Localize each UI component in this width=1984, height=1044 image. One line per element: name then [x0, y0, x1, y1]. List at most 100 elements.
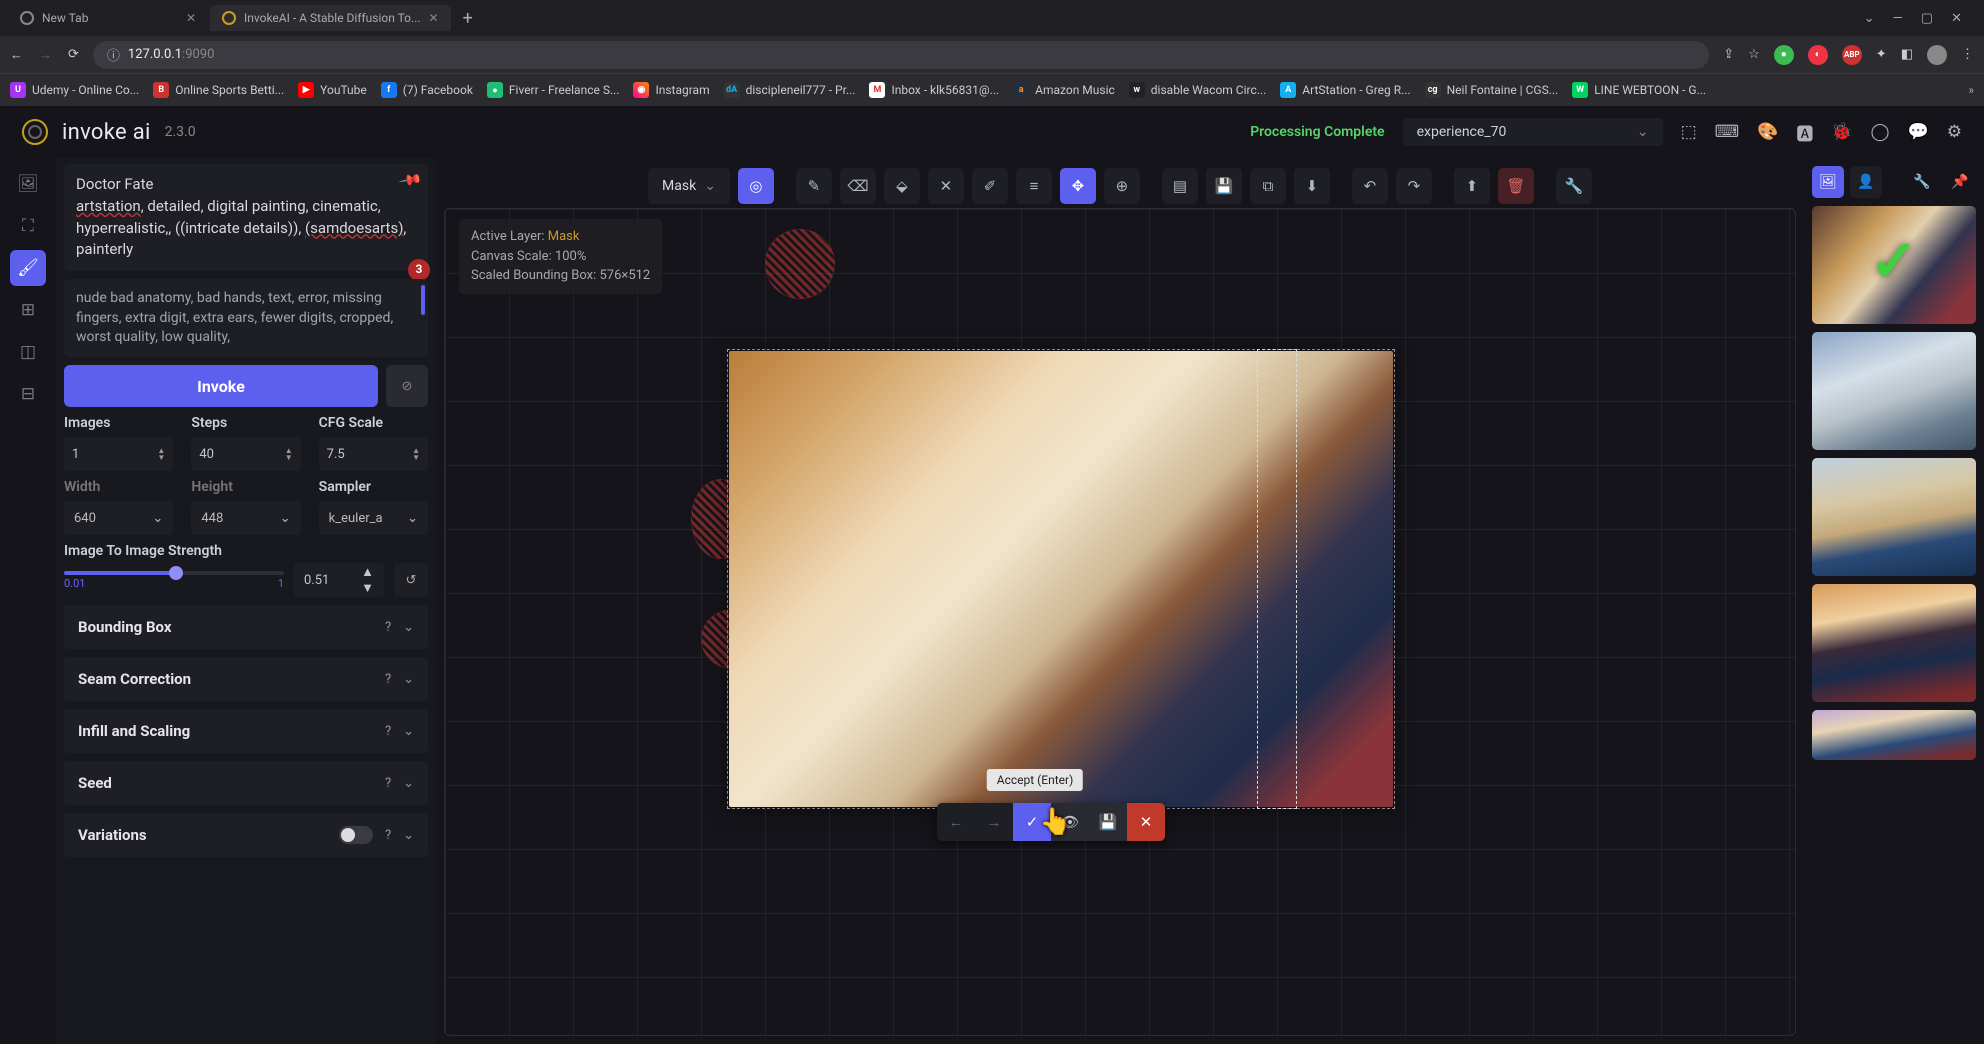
- bookmark-item[interactable]: f(7) Facebook: [381, 82, 473, 98]
- palette-icon[interactable]: 🎨: [1757, 122, 1778, 142]
- bug-icon[interactable]: 🐞: [1831, 122, 1852, 142]
- canvas-viewport[interactable]: Active Layer: Mask Canvas Scale: 100% Sc…: [444, 208, 1796, 1036]
- i2i-value-input[interactable]: 0.51▲▼: [294, 563, 384, 597]
- profile-avatar[interactable]: [1927, 45, 1947, 65]
- undo-icon[interactable]: ↶: [1352, 168, 1388, 204]
- lines-icon[interactable]: ≡: [1016, 168, 1052, 204]
- accordion-seam[interactable]: Seam Correction?⌄: [64, 657, 428, 701]
- layer-select[interactable]: Mask⌄: [648, 168, 730, 204]
- download-icon[interactable]: ⬇: [1294, 168, 1330, 204]
- sidepanel-icon[interactable]: ◧: [1901, 47, 1913, 62]
- rail-img2img-icon[interactable]: ⛶: [10, 208, 46, 244]
- width-select[interactable]: 640⌄: [64, 501, 173, 535]
- spinner-icon[interactable]: ▲▼: [157, 447, 165, 461]
- bookmark-item[interactable]: ●Fiverr - Freelance S...: [487, 82, 620, 98]
- discord-icon[interactable]: 💬: [1908, 122, 1929, 142]
- reset-i2i-button[interactable]: ↺: [394, 563, 428, 597]
- gallery-thumb[interactable]: ✓: [1812, 206, 1976, 324]
- accordion-variations[interactable]: Variations?⌄: [64, 813, 428, 857]
- i2i-slider[interactable]: [64, 571, 284, 575]
- reload-icon[interactable]: ⟳: [68, 47, 79, 63]
- extension-icon[interactable]: ●: [1774, 45, 1794, 65]
- save-icon[interactable]: 💾: [1206, 168, 1242, 204]
- extension-icon[interactable]: ABP: [1842, 45, 1862, 65]
- model-select[interactable]: experience_70 ⌄: [1403, 118, 1663, 146]
- share-icon[interactable]: ⇪: [1723, 47, 1734, 62]
- layers-icon[interactable]: ▤: [1162, 168, 1198, 204]
- delete-icon[interactable]: 🗑: [1498, 168, 1534, 204]
- transform-tool-icon[interactable]: ⊕: [1104, 168, 1140, 204]
- sampler-select[interactable]: k_euler_a⌄: [319, 501, 428, 535]
- close-icon[interactable]: ✕: [429, 11, 439, 25]
- gallery-thumb[interactable]: [1812, 332, 1976, 450]
- gallery-thumb[interactable]: [1812, 710, 1976, 760]
- gallery-user-tab[interactable]: 👤: [1850, 166, 1882, 198]
- close-window-icon[interactable]: ✕: [1951, 11, 1962, 26]
- cfg-input[interactable]: 7.5▲▼: [319, 437, 428, 471]
- height-select[interactable]: 448⌄: [191, 501, 300, 535]
- clear-mask-icon[interactable]: ✕: [928, 168, 964, 204]
- new-tab-button[interactable]: +: [453, 8, 483, 29]
- images-input[interactable]: 1▲▼: [64, 437, 173, 471]
- stage-save-icon[interactable]: 💾: [1089, 803, 1127, 841]
- bookmark-item[interactable]: BOnline Sports Betti...: [153, 82, 284, 98]
- language-icon[interactable]: 🅰: [1796, 120, 1813, 145]
- github-icon[interactable]: ◯: [1871, 122, 1890, 142]
- steps-input[interactable]: 40▲▼: [191, 437, 300, 471]
- settings-gear-icon[interactable]: ⚙: [1947, 122, 1962, 142]
- mask-tool-button[interactable]: ◎: [738, 168, 774, 204]
- upload-icon[interactable]: ⬆: [1454, 168, 1490, 204]
- canvas-settings-icon[interactable]: 🔧: [1556, 168, 1592, 204]
- bookmark-item[interactable]: wdisable Wacom Circ...: [1129, 82, 1266, 98]
- gallery-thumb[interactable]: [1812, 584, 1976, 702]
- browser-tab[interactable]: New Tab ✕: [8, 5, 208, 31]
- spinner-icon[interactable]: ▲▼: [285, 447, 293, 461]
- bookmark-item[interactable]: AArtStation - Greg R...: [1280, 82, 1410, 98]
- kebab-menu-icon[interactable]: ⋮: [1961, 47, 1974, 62]
- stage-discard-button[interactable]: ✕: [1127, 803, 1165, 841]
- bookmark-item[interactable]: dAdiscipleneil777 - Pr...: [724, 82, 856, 98]
- spinner-icon[interactable]: ▲▼: [412, 447, 420, 461]
- gallery-thumb[interactable]: [1812, 458, 1976, 576]
- cancel-button[interactable]: ⊘: [386, 365, 428, 407]
- bookmark-item[interactable]: ▶YouTube: [298, 82, 367, 98]
- gallery-results-tab[interactable]: 🖼: [1812, 166, 1844, 198]
- browser-tab-active[interactable]: InvokeAI - A Stable Diffusion To... ✕: [210, 5, 451, 31]
- site-info-icon[interactable]: ⓘ: [107, 45, 120, 64]
- copy-icon[interactable]: ⧉: [1250, 168, 1286, 204]
- pin-icon[interactable]: 📌: [397, 167, 425, 196]
- bookmark-item[interactable]: aAmazon Music: [1013, 82, 1115, 98]
- stage-prev-icon[interactable]: ←: [937, 803, 975, 841]
- accordion-infill[interactable]: Infill and Scaling?⌄: [64, 709, 428, 753]
- brush-tool-icon[interactable]: ✎: [796, 168, 832, 204]
- rail-postprocess-icon[interactable]: ◫: [10, 334, 46, 370]
- bookmark-item[interactable]: ◉Instagram: [633, 82, 709, 98]
- extension-icon[interactable]: ◐: [1808, 45, 1828, 65]
- bookmark-item[interactable]: WLINE WEBTOON - G...: [1572, 82, 1706, 98]
- minimize-icon[interactable]: —: [1893, 11, 1903, 26]
- extensions-icon[interactable]: ✦: [1876, 47, 1887, 62]
- rail-txt2img-icon[interactable]: 🖼: [10, 166, 46, 202]
- redo-icon[interactable]: ↷: [1396, 168, 1432, 204]
- rail-nodes-icon[interactable]: ⊞: [10, 292, 46, 328]
- invoke-button[interactable]: Invoke: [64, 365, 378, 407]
- bookmark-item[interactable]: MInbox - klk56831@...: [869, 82, 999, 98]
- close-icon[interactable]: ✕: [186, 11, 196, 25]
- stage-next-icon[interactable]: →: [975, 803, 1013, 841]
- gallery-pin-icon[interactable]: 📌: [1944, 166, 1976, 198]
- eraser-tool-icon[interactable]: ⌫: [840, 168, 876, 204]
- fill-tool-icon[interactable]: ⬙: [884, 168, 920, 204]
- prompt-input[interactable]: 📌 Doctor Fate artstation, detailed, digi…: [64, 164, 428, 271]
- negative-prompt-input[interactable]: nude bad anatomy, bad hands, text, error…: [64, 279, 428, 357]
- chevron-down-icon[interactable]: ⌄: [1864, 11, 1875, 26]
- back-icon[interactable]: ←: [10, 47, 23, 63]
- bookmark-overflow-icon[interactable]: »: [1968, 83, 1974, 97]
- rail-canvas-icon[interactable]: 🖌: [10, 250, 46, 286]
- bookmark-item[interactable]: cgNeil Fontaine | CGS...: [1425, 82, 1559, 98]
- bookmark-item[interactable]: UUdemy - Online Co...: [10, 82, 139, 98]
- bookmark-star-icon[interactable]: ☆: [1748, 47, 1760, 62]
- color-picker-icon[interactable]: ✐: [972, 168, 1008, 204]
- url-input[interactable]: ⓘ 127.0.0.1:9090: [93, 41, 1709, 69]
- cube-icon[interactable]: ⬚: [1681, 122, 1697, 142]
- maximize-icon[interactable]: ▢: [1921, 11, 1933, 26]
